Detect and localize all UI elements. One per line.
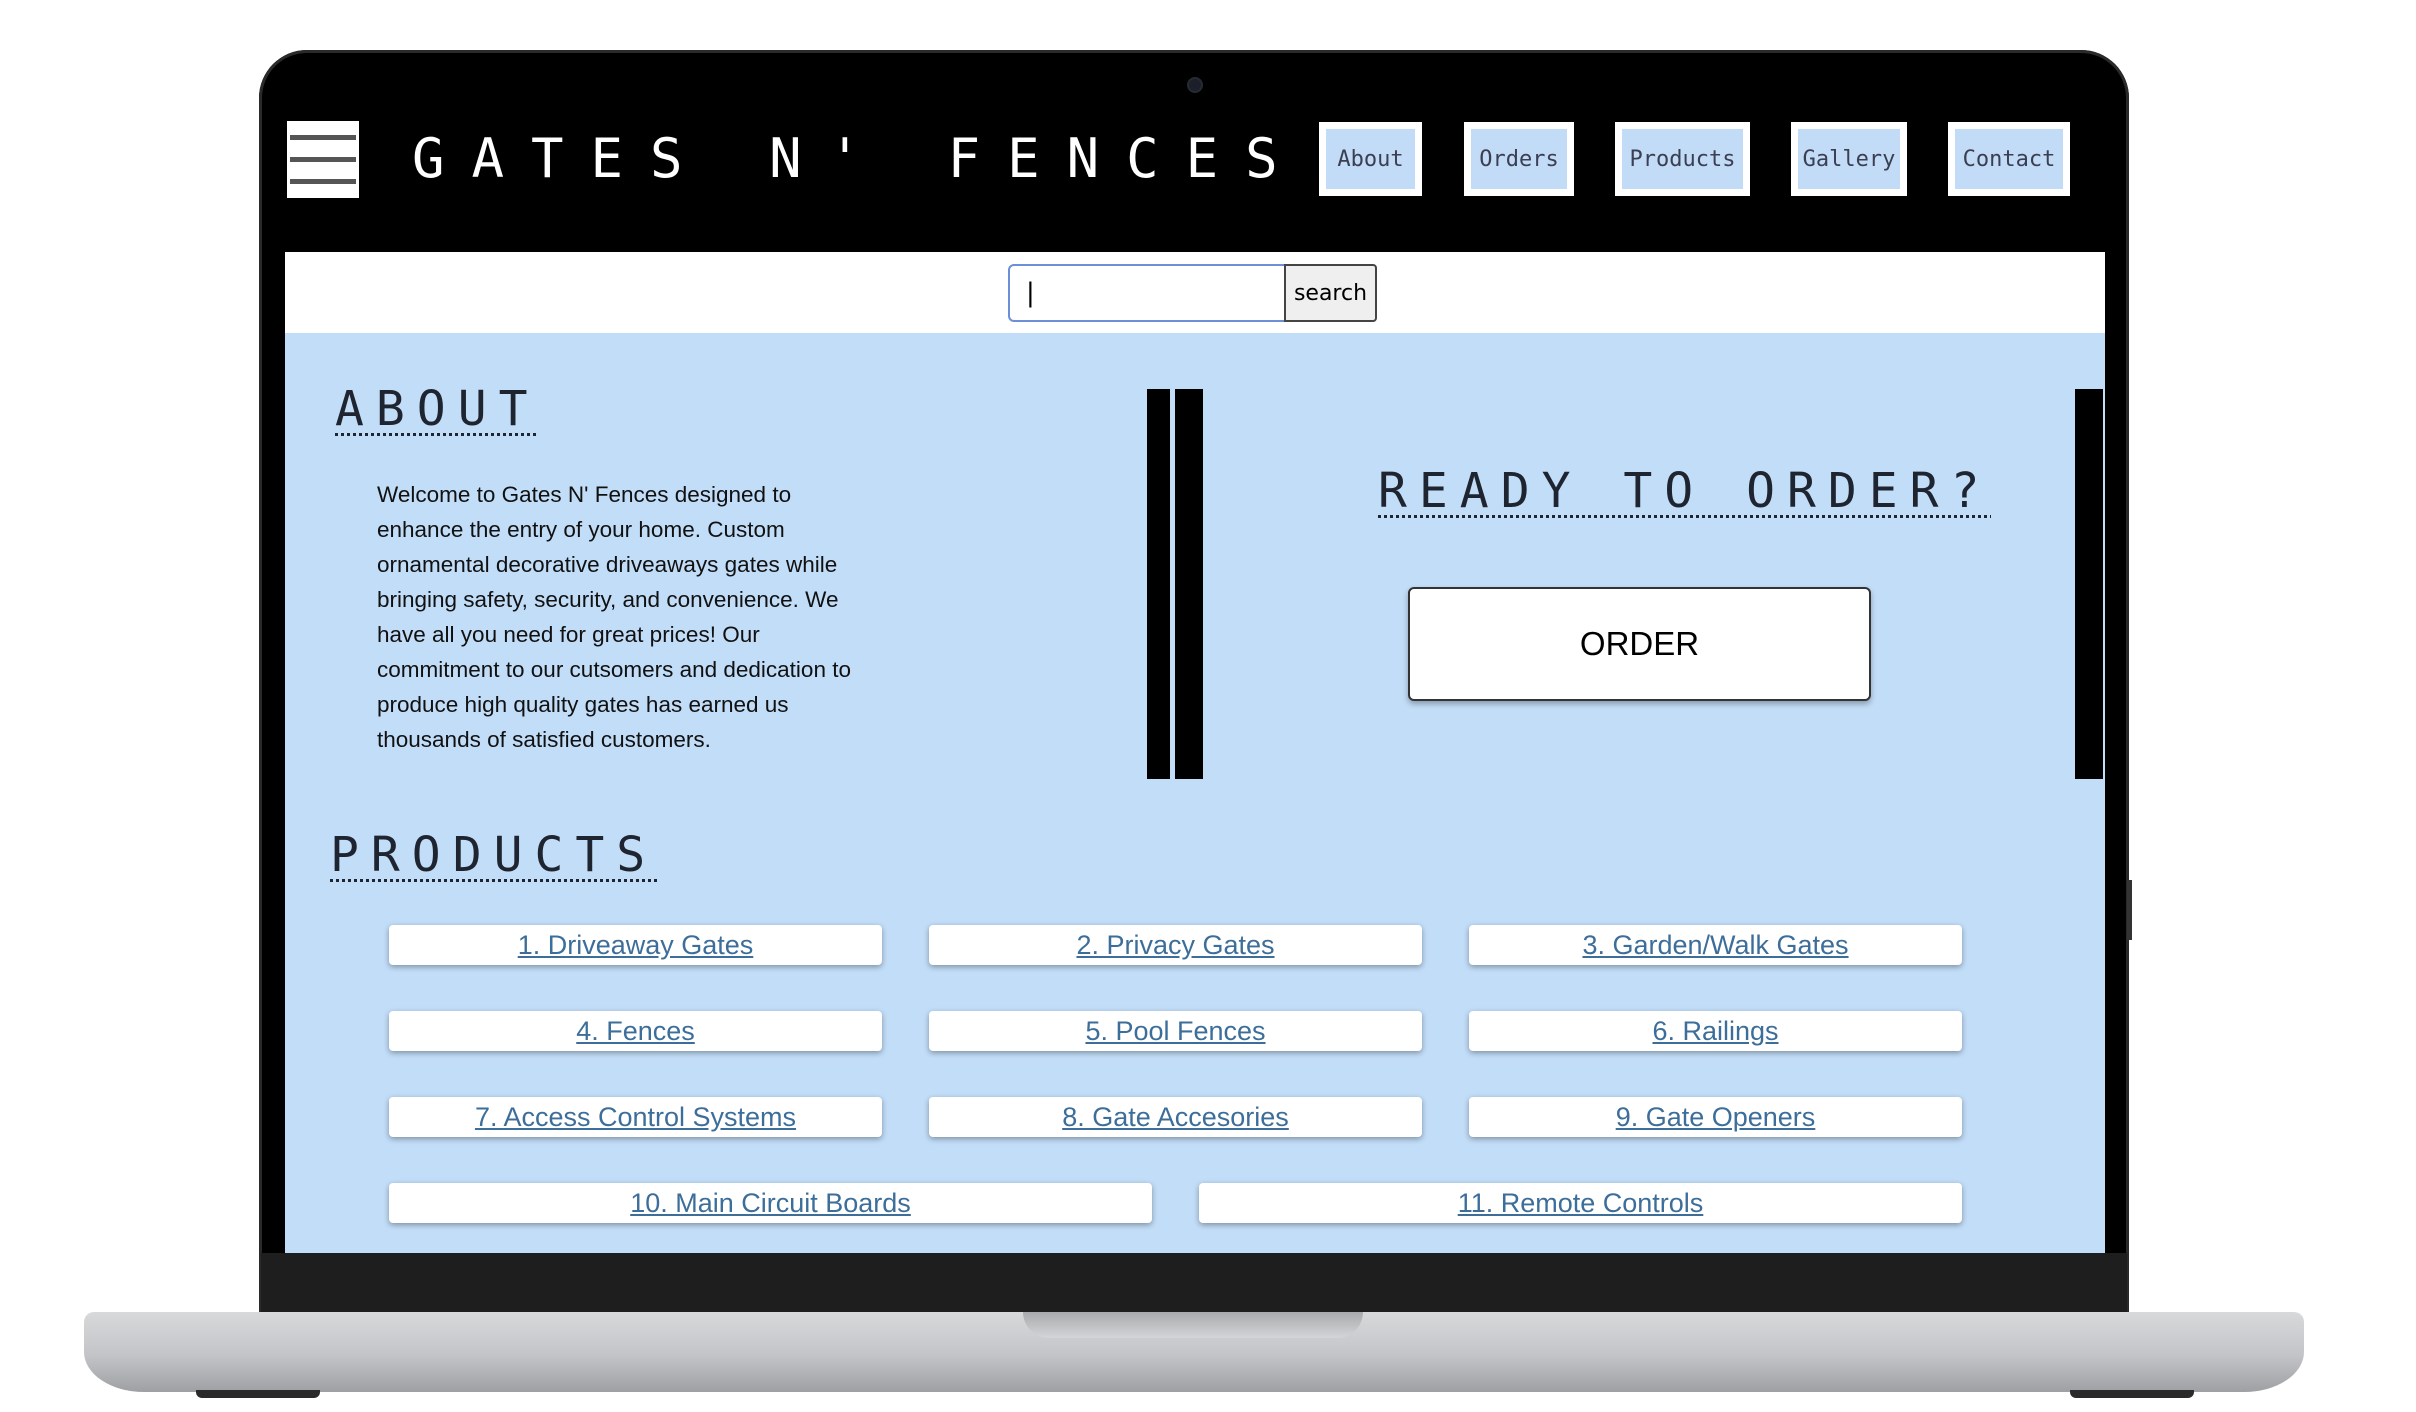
menu-bar bbox=[290, 179, 356, 184]
order-button[interactable]: ORDER bbox=[1408, 587, 1871, 701]
product-link-garden-walk-gates[interactable]: 3. Garden/Walk Gates bbox=[1469, 925, 1962, 965]
search-button[interactable]: search bbox=[1284, 264, 1377, 322]
nav-gallery-button[interactable]: Gallery bbox=[1791, 122, 1907, 196]
product-link-main-circuit-boards[interactable]: 10. Main Circuit Boards bbox=[389, 1183, 1152, 1223]
product-link-driveaway-gates[interactable]: 1. Driveaway Gates bbox=[389, 925, 882, 965]
product-link-access-control-systems[interactable]: 7. Access Control Systems bbox=[389, 1097, 882, 1137]
nav-about-button[interactable]: About bbox=[1319, 122, 1422, 196]
laptop-side-edge bbox=[2127, 880, 2132, 940]
nav-contact-button[interactable]: Contact bbox=[1948, 122, 2070, 196]
nav-products-button[interactable]: Products bbox=[1615, 122, 1750, 196]
divider-left-inner bbox=[1175, 389, 1203, 779]
site-title: GATES N' FENCES bbox=[412, 127, 1305, 190]
product-link-gate-accesories[interactable]: 8. Gate Accesories bbox=[929, 1097, 1422, 1137]
site-header: GATES N' FENCES About Orders Products Ga… bbox=[285, 100, 2105, 252]
order-heading: READY TO ORDER? bbox=[1378, 463, 1992, 519]
divider-left bbox=[1147, 389, 1170, 779]
laptop-bezel bbox=[261, 1253, 2127, 1315]
product-link-privacy-gates[interactable]: 2. Privacy Gates bbox=[929, 925, 1422, 965]
menu-bar bbox=[290, 157, 356, 162]
laptop-foot-left bbox=[196, 1390, 320, 1398]
search-bar: search bbox=[285, 252, 2105, 333]
product-link-pool-fences[interactable]: 5. Pool Fences bbox=[929, 1011, 1422, 1051]
search-input[interactable] bbox=[1008, 264, 1286, 322]
menu-bar bbox=[290, 135, 356, 140]
divider-right bbox=[2075, 389, 2103, 779]
product-link-remote-controls[interactable]: 11. Remote Controls bbox=[1199, 1183, 1962, 1223]
product-link-gate-openers[interactable]: 9. Gate Openers bbox=[1469, 1097, 1962, 1137]
laptop-notch bbox=[1023, 1312, 1363, 1338]
product-link-fences[interactable]: 4. Fences bbox=[389, 1011, 882, 1051]
products-heading: PRODUCTS bbox=[330, 827, 658, 883]
camera-icon bbox=[1187, 77, 1203, 93]
screen: GATES N' FENCES About Orders Products Ga… bbox=[285, 100, 2105, 1253]
nav-orders-button[interactable]: Orders bbox=[1464, 122, 1574, 196]
product-link-railings[interactable]: 6. Railings bbox=[1469, 1011, 1962, 1051]
hamburger-menu-icon[interactable] bbox=[287, 121, 359, 198]
main-content: ABOUT Welcome to Gates N' Fences designe… bbox=[285, 333, 2105, 1253]
about-heading: ABOUT bbox=[335, 381, 540, 437]
about-text: Welcome to Gates N' Fences designed to e… bbox=[377, 482, 851, 752]
laptop-foot-right bbox=[2070, 1390, 2194, 1398]
